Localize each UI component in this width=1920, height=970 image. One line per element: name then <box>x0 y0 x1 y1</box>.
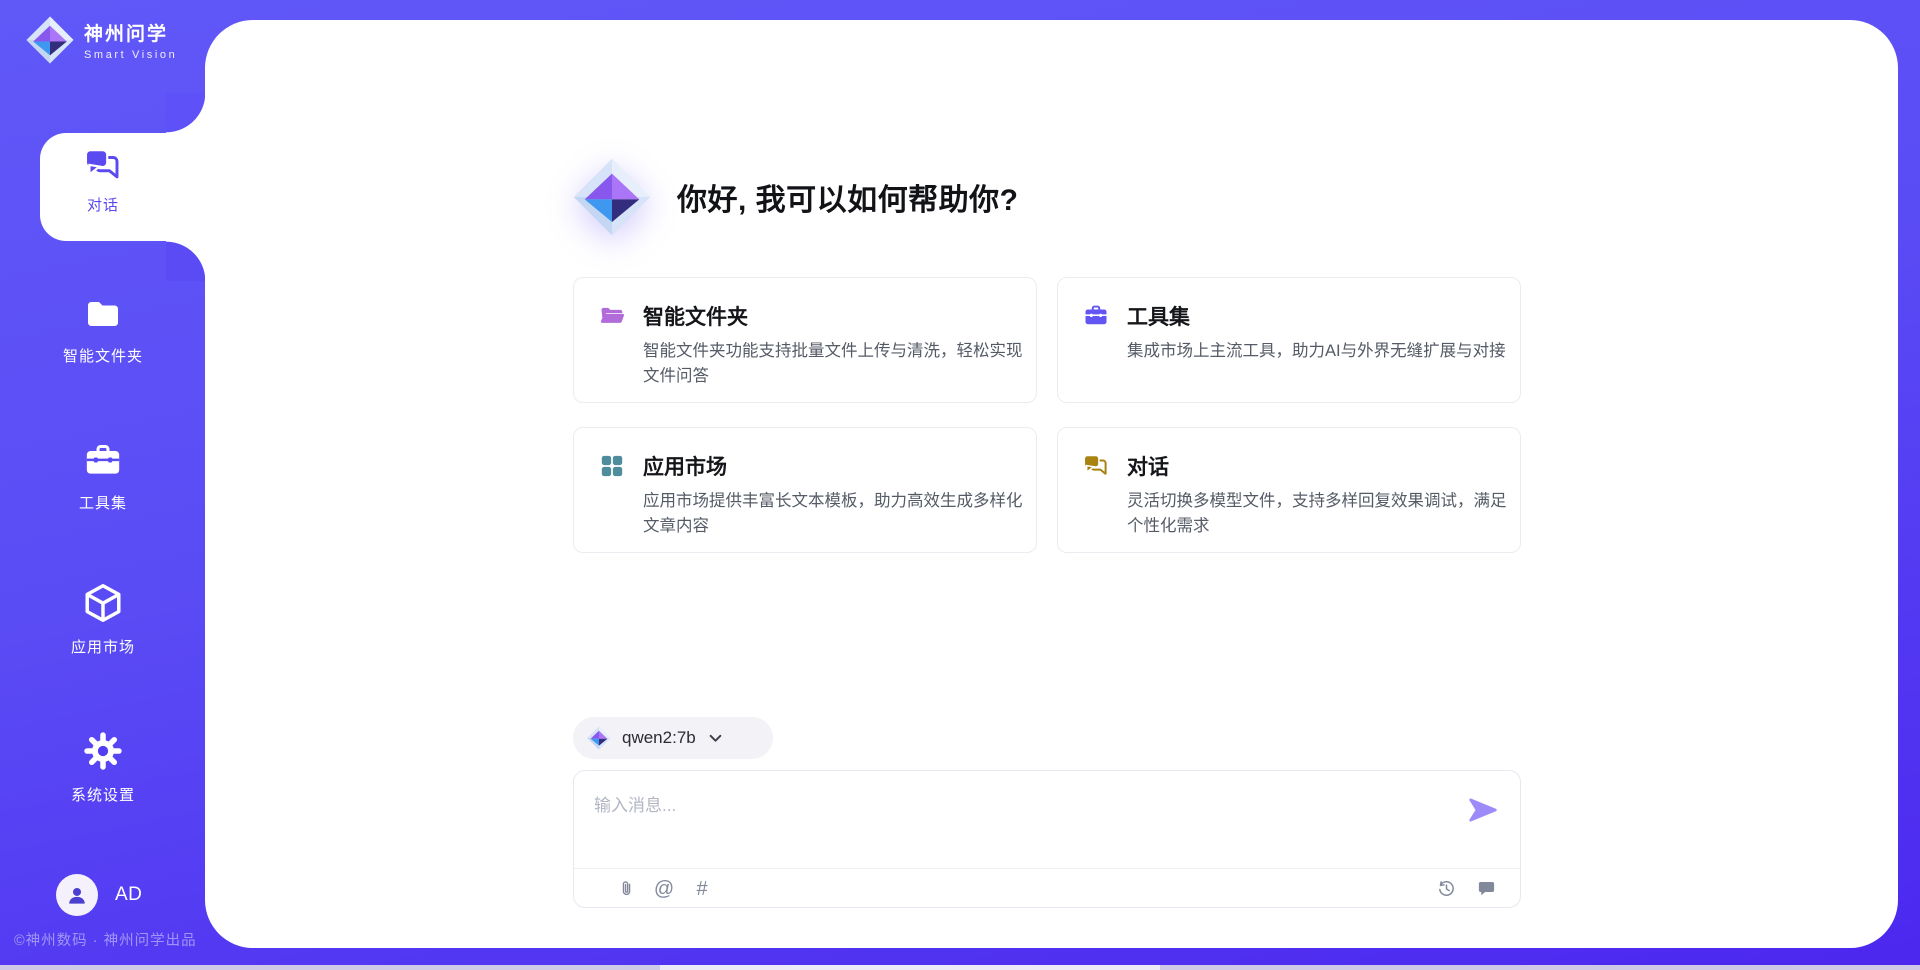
message-input[interactable] <box>574 771 1394 866</box>
sidebar-item-toolset[interactable]: 工具集 <box>0 441 206 513</box>
gear-icon <box>81 729 125 773</box>
card-title: 工具集 <box>1127 301 1190 331</box>
sidebar-item-label: 对话 <box>87 194 119 215</box>
hash-icon: # <box>696 879 707 899</box>
feature-cards: 智能文件夹 智能文件夹功能支持批量文件上传与清洗，轻松实现文件问答 <box>573 277 1521 553</box>
card-description: 灵活切换多模型文件，支持多样回复效果调试，满足个性化需求 <box>1127 489 1515 539</box>
brand-logo: 神州问学 Smart Vision <box>26 16 177 64</box>
attach-file-button[interactable] <box>614 877 638 901</box>
history-button[interactable] <box>1434 877 1458 901</box>
card-title: 应用市场 <box>643 451 727 481</box>
composer-toolbar: @ # <box>614 869 1498 908</box>
folder-open-icon <box>599 303 625 329</box>
sidebar-item-label: 工具集 <box>79 492 127 513</box>
horizontal-scrollbar[interactable] <box>0 965 1920 970</box>
briefcase-icon <box>82 441 124 481</box>
sidebar-item-label: 应用市场 <box>71 636 135 657</box>
new-chat-button[interactable] <box>1474 877 1498 901</box>
chat-bubbles-icon <box>1083 453 1109 479</box>
card-toolset[interactable]: 工具集 集成市场上主流工具，助力AI与外界无缝扩展与对接 <box>1057 277 1521 403</box>
card-title: 对话 <box>1127 451 1169 481</box>
chat-bubbles-icon <box>84 148 122 183</box>
greeting-title: 你好, 我可以如何帮助你? <box>677 175 1019 219</box>
model-diamond-icon <box>587 726 611 750</box>
card-chat[interactable]: 对话 灵活切换多模型文件，支持多样回复效果调试，满足个性化需求 <box>1057 427 1521 553</box>
card-description: 应用市场提供丰富长文本模板，助力高效生成多样化文章内容 <box>643 489 1031 539</box>
chat-bubble-icon <box>1476 878 1497 899</box>
card-description: 智能文件夹功能支持批量文件上传与清洗，轻松实现文件问答 <box>643 339 1031 389</box>
tab-scoop-bottom <box>166 241 206 281</box>
card-description: 集成市场上主流工具，助力AI与外界无缝扩展与对接 <box>1127 339 1515 364</box>
tab-scoop-top <box>166 93 206 133</box>
card-title: 智能文件夹 <box>643 301 748 331</box>
history-clock-icon <box>1436 878 1457 899</box>
avatar <box>56 874 98 916</box>
message-composer: @ # <box>573 770 1521 908</box>
send-button[interactable] <box>1468 797 1498 823</box>
brand-name: 神州问学 <box>84 19 177 46</box>
briefcase-icon <box>1083 303 1109 329</box>
person-silhouette-icon <box>64 882 90 908</box>
at-sign-icon: @ <box>654 879 674 899</box>
card-smart-folder[interactable]: 智能文件夹 智能文件夹功能支持批量文件上传与清洗，轻松实现文件问答 <box>573 277 1037 403</box>
topic-button[interactable]: # <box>690 877 714 901</box>
model-label: qwen2:7b <box>622 728 696 748</box>
scrollbar-thumb[interactable] <box>660 965 1160 970</box>
copyright-footer: ©神州数码 · 神州问学出品 <box>14 929 197 950</box>
grid-tiles-icon <box>599 453 625 479</box>
folder-icon <box>82 294 124 334</box>
sidebar-item-label: 系统设置 <box>71 784 135 805</box>
sidebar-item-smart-folder[interactable]: 智能文件夹 <box>0 294 206 366</box>
paperclip-icon <box>616 878 637 899</box>
sidebar-item-settings[interactable]: 系统设置 <box>0 729 206 805</box>
greeting-diamond-icon <box>573 158 651 236</box>
brand-subtitle: Smart Vision <box>84 49 177 61</box>
composer-toolbar-right <box>1434 877 1498 901</box>
sidebar-item-app-market[interactable]: 应用市场 <box>0 581 206 657</box>
cube-3d-icon <box>81 581 125 625</box>
mention-button[interactable]: @ <box>652 877 676 901</box>
sidebar-item-chat[interactable]: 对话 <box>0 148 206 215</box>
app-root: 神州问学 Smart Vision 对话 智能文件夹 <box>0 0 1920 970</box>
model-selector[interactable]: qwen2:7b <box>573 717 773 759</box>
card-app-market[interactable]: 应用市场 应用市场提供丰富长文本模板，助力高效生成多样化文章内容 <box>573 427 1037 553</box>
user-profile[interactable]: AD <box>56 874 142 916</box>
sidebar-item-label: 智能文件夹 <box>63 345 143 366</box>
chevron-down-icon <box>709 734 722 743</box>
brand-diamond-icon <box>26 16 74 64</box>
send-arrow-icon <box>1468 797 1498 823</box>
user-name: AD <box>115 884 142 906</box>
main-panel: 你好, 我可以如何帮助你? 智能文件夹 智能文件夹功能支持批量文件上传与清洗，轻… <box>205 20 1898 948</box>
greeting: 你好, 我可以如何帮助你? <box>573 158 1019 236</box>
